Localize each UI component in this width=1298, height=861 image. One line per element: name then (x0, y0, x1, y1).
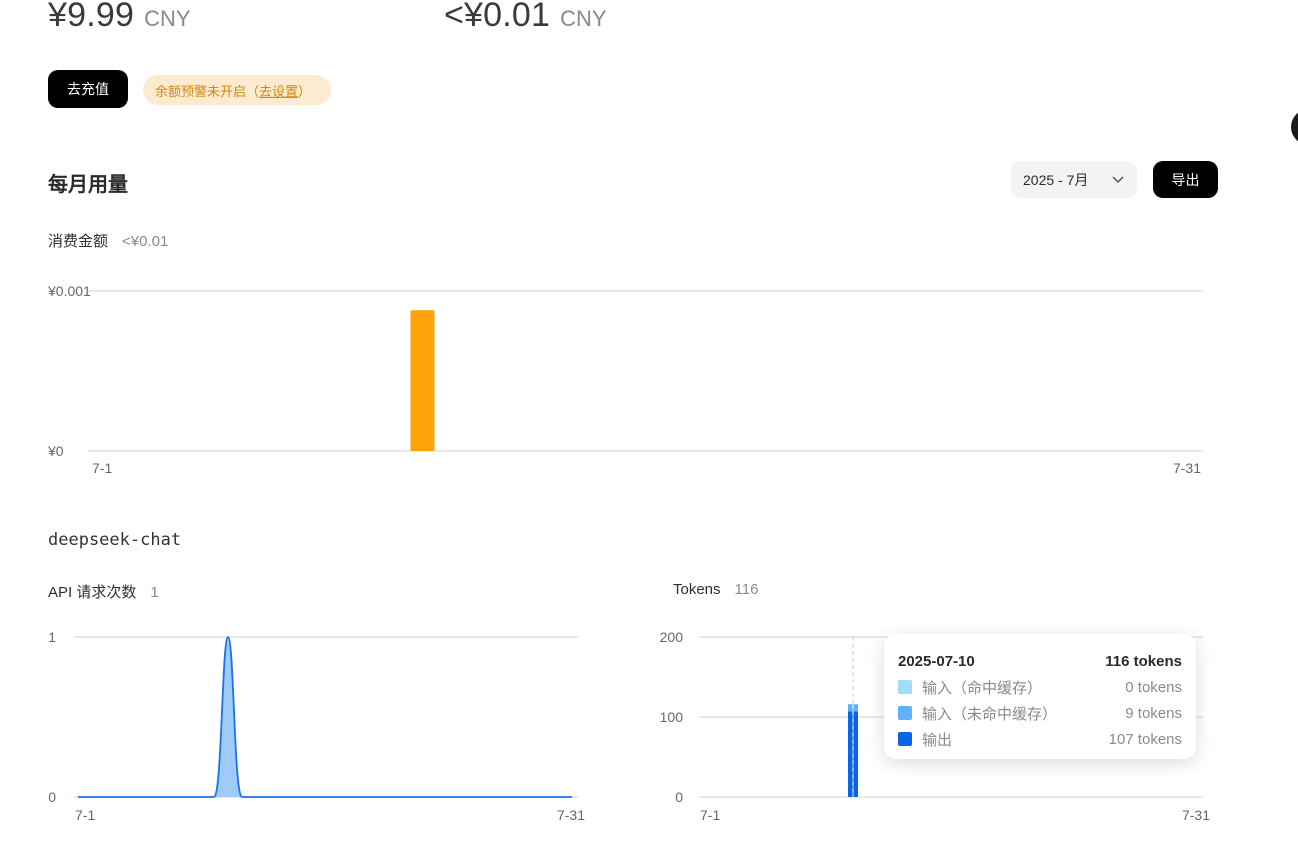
usage-page: ¥9.99 CNY <¥0.01 CNY 去充值 余额预警未开启（ 去设置 ） … (0, 0, 1298, 861)
tokens-tooltip: 2025-07-10 116 tokens 输入（命中缓存） 0 tokens … (884, 634, 1196, 759)
y-tick-label: 0 (48, 789, 56, 805)
y-tick-label: 100 (660, 709, 684, 725)
x-tick-label: 7-31 (557, 807, 585, 823)
tooltip-row-label: 输出 (922, 731, 953, 749)
x-tick-label: 7-1 (92, 460, 112, 476)
tooltip-row-label: 输入（未命中缓存） (922, 705, 1058, 723)
tooltip-row-label: 输入（命中缓存） (922, 679, 1043, 697)
tooltip-row-value: 9 tokens (1125, 704, 1182, 722)
tooltip-row: 输出 107 tokens (898, 726, 1182, 752)
x-tick-label: 7-31 (1173, 460, 1201, 476)
x-tick-label: 7-1 (75, 807, 95, 823)
requests-line (78, 636, 572, 798)
x-tick-label: 7-1 (700, 807, 720, 823)
tooltip-row: 输入（未命中缓存） 9 tokens (898, 700, 1182, 726)
y-tick-label: ¥0.001 (47, 283, 91, 299)
legend-swatch (898, 680, 912, 694)
y-tick-label: 1 (48, 629, 56, 645)
y-tick-label: ¥0 (47, 443, 64, 459)
tooltip-total: 116 tokens (1105, 652, 1182, 670)
tooltip-header: 2025-07-10 116 tokens (898, 648, 1182, 674)
tooltip-row: 输入（命中缓存） 0 tokens (898, 674, 1182, 700)
legend-swatch (898, 732, 912, 746)
y-tick-label: 0 (675, 789, 683, 805)
tooltip-row-value: 0 tokens (1125, 678, 1182, 696)
tooltip-date: 2025-07-10 (898, 652, 975, 670)
x-tick-label: 7-31 (1182, 807, 1210, 823)
legend-swatch (898, 706, 912, 720)
spend-bar (410, 310, 435, 451)
y-tick-label: 200 (660, 629, 684, 645)
tooltip-row-value: 107 tokens (1108, 730, 1182, 748)
